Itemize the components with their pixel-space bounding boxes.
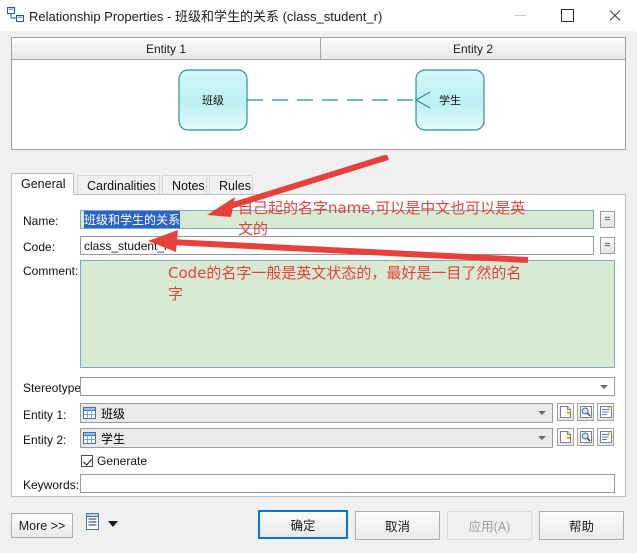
ok-button-label: 确定 bbox=[290, 519, 316, 533]
entity1-new-button[interactable] bbox=[557, 403, 574, 421]
chevron-down-icon bbox=[600, 384, 608, 389]
name-input-value: 班级和学生的关系 bbox=[84, 211, 181, 228]
checkbox-check-icon bbox=[81, 455, 93, 467]
maximize-icon bbox=[561, 9, 574, 22]
tab-notes[interactable]: Notes bbox=[162, 175, 207, 195]
close-button[interactable] bbox=[592, 0, 637, 31]
preview-header-row: Entity 1 Entity 2 bbox=[12, 38, 625, 60]
entity1-value: 班级 bbox=[101, 406, 126, 421]
help-button-label: 帮助 bbox=[568, 520, 594, 534]
entity2-label: Entity 2: bbox=[23, 433, 67, 447]
keywords-input[interactable] bbox=[80, 474, 615, 493]
generate-label: Generate bbox=[97, 454, 148, 468]
table-icon bbox=[83, 407, 96, 419]
name-label: Name: bbox=[23, 214, 59, 228]
entity2-browse-button[interactable] bbox=[577, 428, 594, 446]
help-button[interactable]: 帮助 bbox=[539, 511, 624, 540]
title-bar: Relationship Properties - 班级和学生的关系 (clas… bbox=[0, 0, 637, 31]
preview-canvas: 班级 学生 bbox=[12, 60, 625, 149]
report-dropdown-arrow-icon[interactable] bbox=[108, 521, 118, 527]
more-button[interactable]: More >> bbox=[11, 513, 73, 538]
properties-icon bbox=[599, 431, 612, 443]
comment-label: Comment: bbox=[23, 264, 79, 278]
entity2-combobox[interactable]: 学生 bbox=[80, 428, 553, 448]
close-icon bbox=[608, 9, 621, 22]
stereotype-combobox[interactable] bbox=[80, 377, 615, 396]
code-equals-label: = bbox=[604, 240, 611, 251]
magnifier-icon bbox=[579, 406, 592, 418]
entity2-value: 学生 bbox=[101, 431, 126, 446]
entity2-properties-button[interactable] bbox=[597, 428, 614, 446]
chevron-down-icon bbox=[538, 436, 546, 440]
entity-preview-panel: Entity 1 Entity 2 班级 学生 bbox=[11, 37, 626, 150]
entity1-properties-button[interactable] bbox=[597, 403, 614, 421]
new-icon bbox=[560, 431, 571, 443]
tab-strip: General Cardinalities Notes Rules bbox=[11, 173, 626, 195]
keywords-label: Keywords: bbox=[23, 478, 80, 492]
relationship-diagram bbox=[178, 69, 485, 131]
tab-rules-label: Rules bbox=[219, 178, 251, 193]
report-icon[interactable] bbox=[85, 513, 101, 531]
code-label: Code: bbox=[23, 240, 56, 254]
code-input-value: class_student_r bbox=[84, 238, 169, 253]
chevron-down-icon bbox=[538, 411, 546, 415]
entity1-browse-button[interactable] bbox=[577, 403, 594, 421]
tab-general-label: General bbox=[21, 177, 66, 191]
minimize-icon bbox=[515, 15, 526, 16]
preview-header-entity2: Entity 2 bbox=[321, 38, 625, 60]
ok-button[interactable]: 确定 bbox=[258, 510, 348, 539]
more-button-label: More >> bbox=[18, 518, 66, 533]
entity-left-label: 班级 bbox=[202, 95, 224, 107]
apply-button-label: 应用(A) bbox=[468, 520, 511, 534]
tab-cardinalities[interactable]: Cardinalities bbox=[77, 175, 160, 195]
tab-notes-label: Notes bbox=[172, 178, 205, 193]
annotation-name-text: 自己起的名字name,可以是中文也可以是英 文的 bbox=[238, 199, 526, 238]
entity2-new-button[interactable] bbox=[557, 428, 574, 446]
generate-checkbox[interactable]: Generate bbox=[81, 454, 147, 468]
window-title: Relationship Properties - 班级和学生的关系 (clas… bbox=[29, 9, 383, 24]
tab-cardinalities-label: Cardinalities bbox=[87, 178, 156, 193]
cancel-button[interactable]: 取消 bbox=[355, 511, 440, 540]
stereotype-label: Stereotype: bbox=[23, 381, 85, 395]
apply-button[interactable]: 应用(A) bbox=[447, 511, 532, 540]
new-icon bbox=[560, 406, 571, 418]
entity1-label: Entity 1: bbox=[23, 408, 67, 422]
relationship-properties-dialog: Relationship Properties - 班级和学生的关系 (clas… bbox=[0, 0, 637, 553]
table-icon bbox=[83, 432, 96, 444]
dialog-footer: More >> 确定 取消 应用(A) 帮助 bbox=[0, 500, 637, 553]
entity-right-label: 学生 bbox=[439, 95, 461, 107]
tab-rules[interactable]: Rules bbox=[209, 175, 253, 195]
minimize-button[interactable] bbox=[498, 0, 543, 31]
maximize-button[interactable] bbox=[545, 0, 590, 31]
preview-header-entity1: Entity 1 bbox=[12, 38, 321, 60]
magnifier-icon bbox=[579, 431, 592, 443]
properties-icon bbox=[599, 406, 612, 418]
annotation-code-text: Code的名字一般是英文状态的，最好是一目了然的名 字 bbox=[168, 264, 522, 303]
cancel-button-label: 取消 bbox=[384, 520, 410, 534]
tab-general[interactable]: General bbox=[11, 173, 74, 195]
relationship-icon bbox=[7, 7, 24, 23]
entity1-combobox[interactable]: 班级 bbox=[80, 403, 553, 423]
